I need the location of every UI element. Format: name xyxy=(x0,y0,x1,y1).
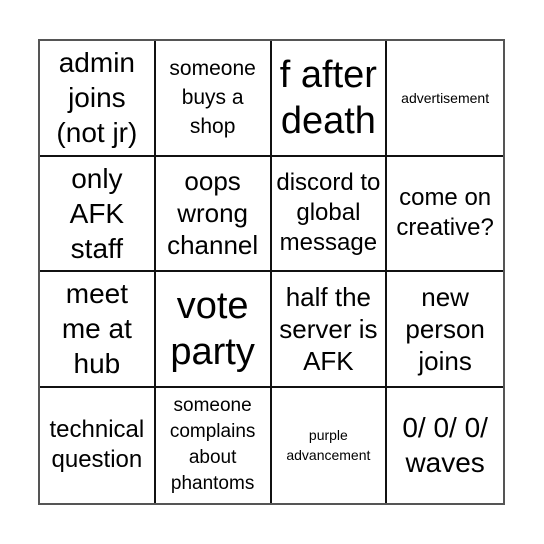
bingo-cell[interactable]: someone complains about phantoms xyxy=(156,387,272,503)
bingo-card: admin joins (not jr) someone buys a shop… xyxy=(38,39,505,505)
cell-text: oops wrong channel xyxy=(167,166,259,261)
bingo-cell[interactable]: technical question xyxy=(40,387,156,503)
cell-text: come on creative? xyxy=(396,184,494,242)
cell-text: meet me at hub xyxy=(61,278,132,380)
bingo-cell[interactable]: meet me at hub xyxy=(40,272,156,388)
cell-text: discord to global message xyxy=(276,169,381,257)
cell-text: f after death xyxy=(279,53,377,142)
cell-text: only AFK staff xyxy=(69,162,125,264)
bingo-cell[interactable]: new person joins xyxy=(387,272,503,388)
bingo-cell[interactable]: advertisement xyxy=(387,41,503,157)
bingo-cell[interactable]: vote party xyxy=(155,272,272,388)
bingo-cell[interactable]: purple advancement xyxy=(272,387,388,503)
cell-text: someone buys a shop xyxy=(169,57,256,139)
cell-text: new person joins xyxy=(405,281,485,376)
cell-text: technical question xyxy=(49,416,145,474)
cell-text: purple advancement xyxy=(286,427,371,464)
bingo-cell[interactable]: oops wrong channel xyxy=(155,156,272,272)
cell-text: half the server is AFK xyxy=(279,281,378,376)
bingo-cell[interactable]: discord to global message xyxy=(271,156,388,272)
bingo-cell[interactable]: someone buys a shop xyxy=(155,41,272,157)
bingo-cell[interactable]: come on creative? xyxy=(387,157,503,272)
bingo-cell[interactable]: admin joins (not jr) xyxy=(40,41,156,157)
cell-text: 0/ 0/ 0/ waves xyxy=(402,412,488,479)
cell-text: vote party xyxy=(170,284,255,373)
cell-text: advertisement xyxy=(401,89,490,106)
cell-text: someone complains about phantoms xyxy=(169,395,256,495)
bingo-cell[interactable]: only AFK staff xyxy=(40,156,156,272)
bingo-cell[interactable]: f after death xyxy=(271,41,388,157)
bingo-cell[interactable]: 0/ 0/ 0/ waves xyxy=(387,388,503,504)
bingo-cell[interactable]: half the server is AFK xyxy=(271,272,388,388)
cell-text: admin joins (not jr) xyxy=(56,47,138,149)
